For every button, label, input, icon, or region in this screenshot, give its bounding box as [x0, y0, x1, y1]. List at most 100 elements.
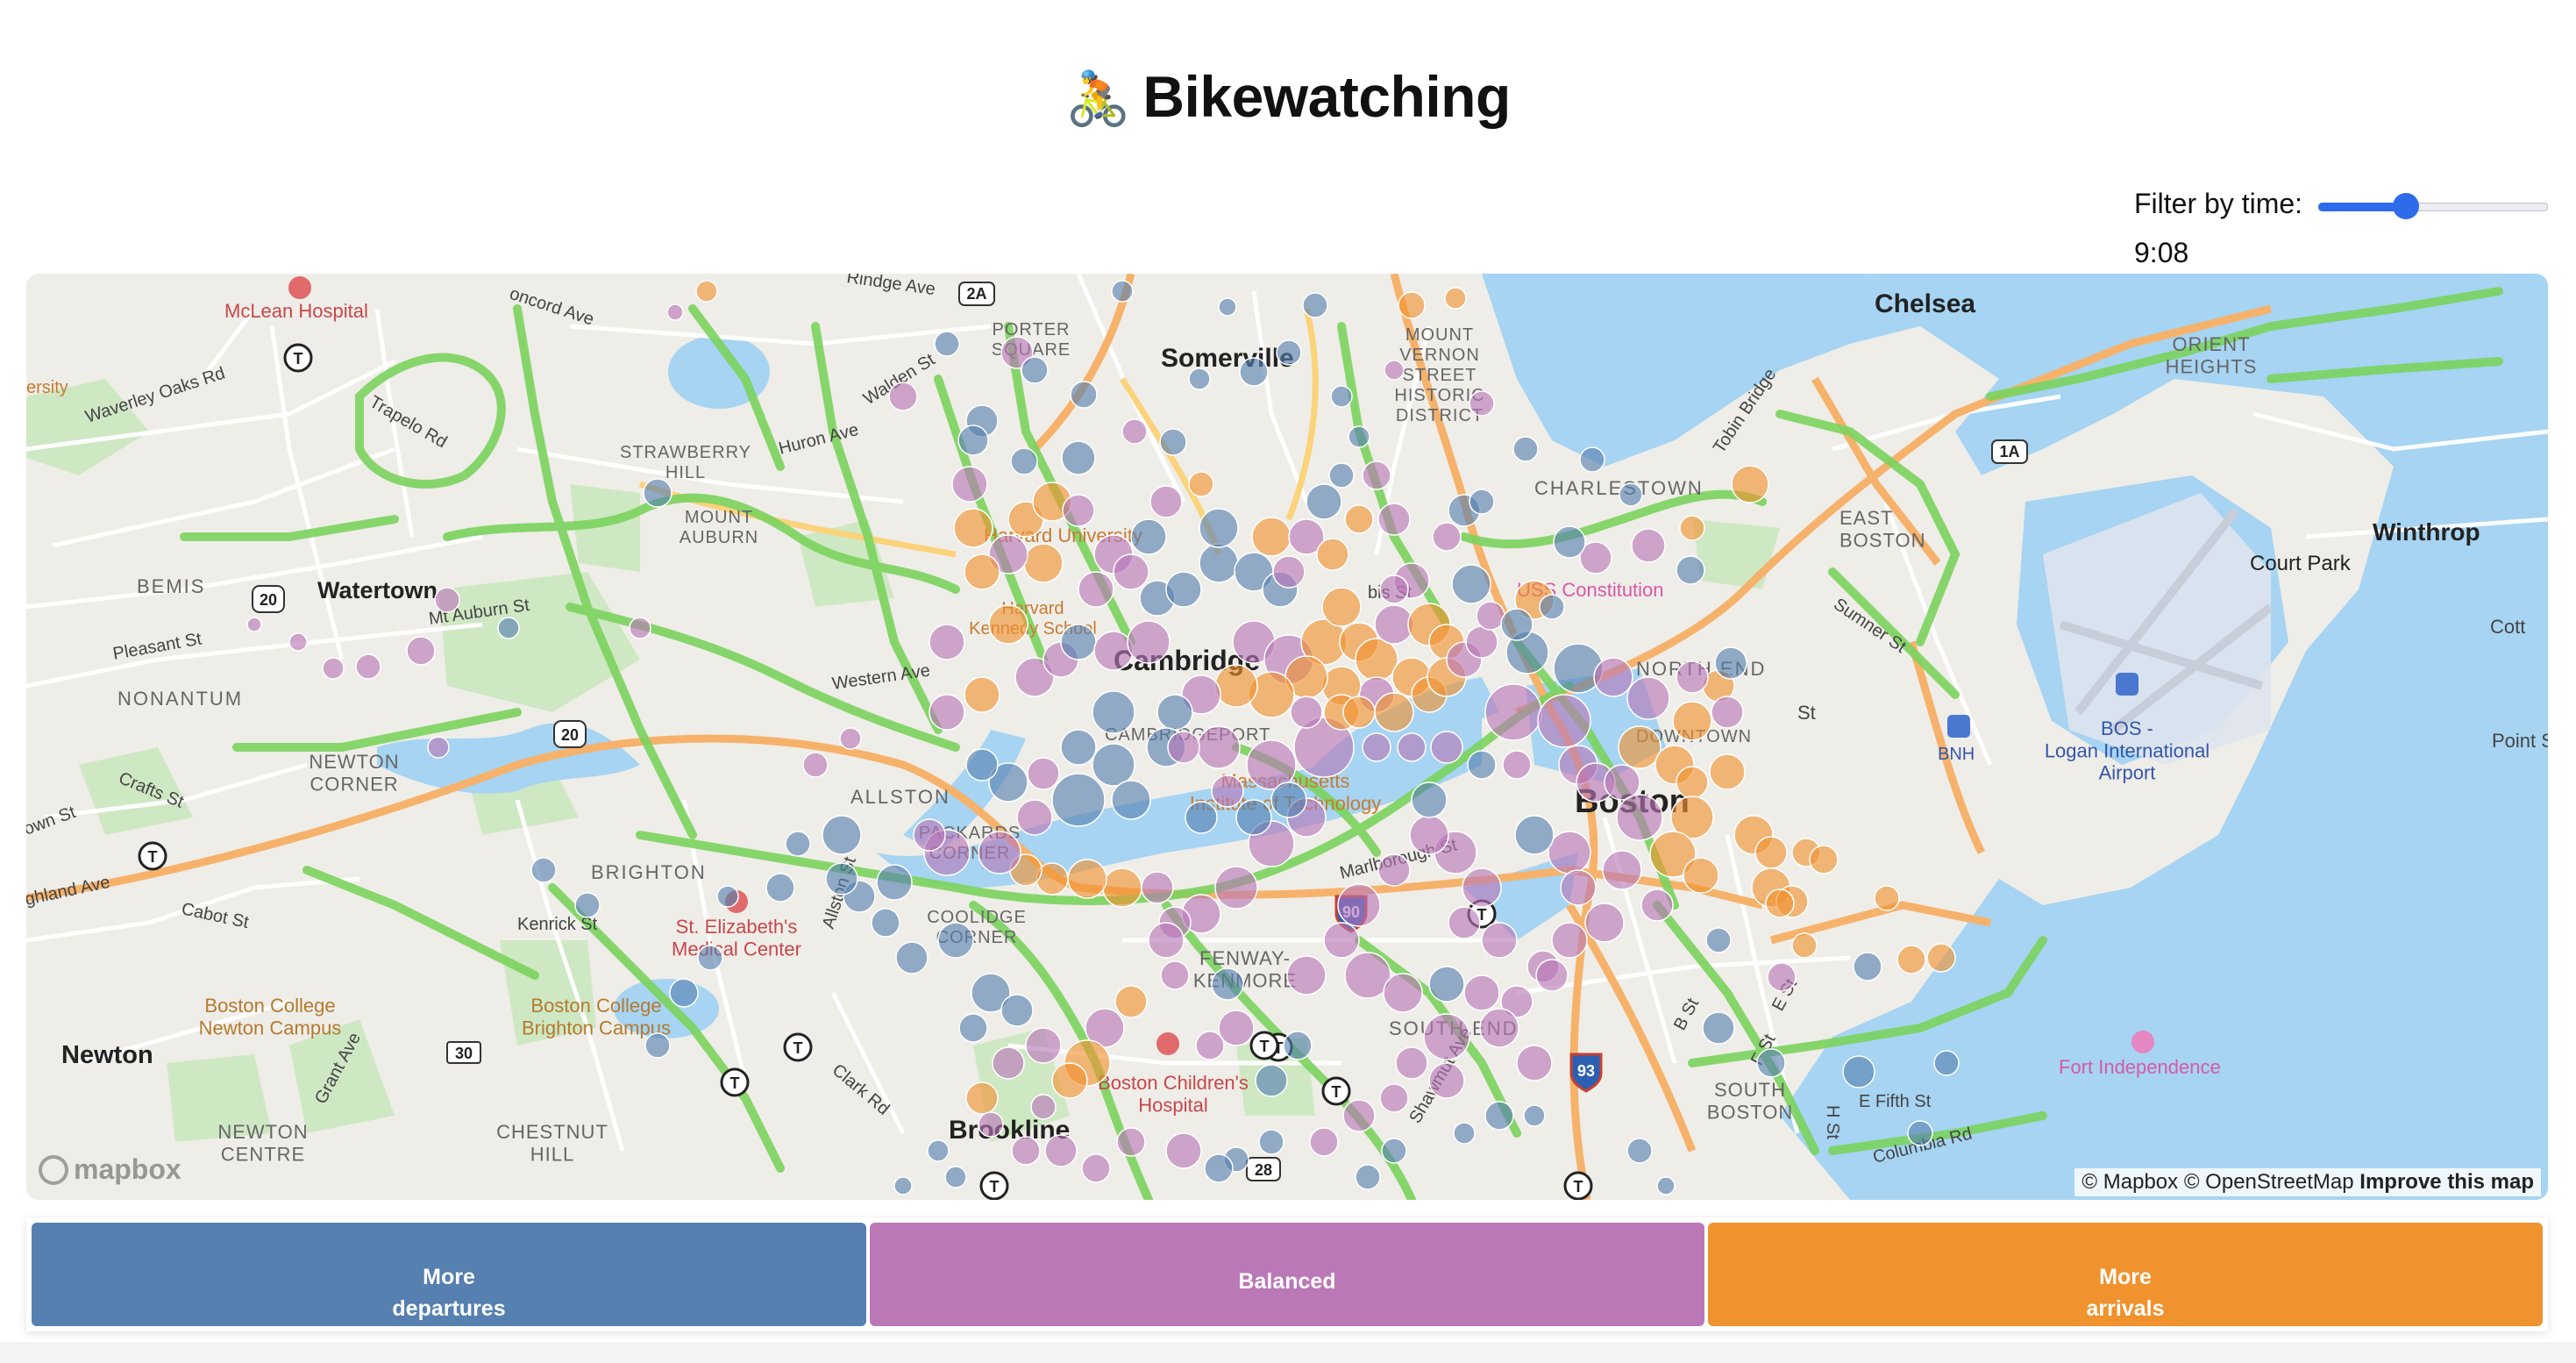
station-circle[interactable] — [1619, 482, 1643, 507]
station-circle[interactable] — [1111, 280, 1134, 303]
station-circle[interactable] — [1160, 960, 1190, 990]
station-circle[interactable] — [1539, 594, 1565, 620]
station-circle[interactable] — [1560, 869, 1597, 906]
station-circle[interactable] — [1379, 574, 1409, 604]
station-circle[interactable] — [1165, 571, 1202, 608]
station-circle[interactable] — [1185, 801, 1218, 834]
station-circle[interactable] — [1214, 866, 1258, 910]
station-circle[interactable] — [1251, 517, 1292, 557]
station-circle[interactable] — [530, 857, 557, 883]
station-circle[interactable] — [1214, 664, 1258, 708]
station-circle[interactable] — [1616, 794, 1663, 841]
station-circle[interactable] — [497, 617, 520, 639]
station-circle[interactable] — [1731, 465, 1769, 503]
station-circle[interactable] — [406, 636, 436, 666]
station-circle[interactable] — [929, 624, 965, 660]
station-circle[interactable] — [1302, 292, 1328, 318]
station-circle[interactable] — [1051, 773, 1106, 827]
station-circle[interactable] — [666, 303, 684, 321]
station-circle[interactable] — [697, 945, 723, 971]
station-circle[interactable] — [1328, 462, 1355, 489]
station-circle[interactable] — [1853, 952, 1882, 981]
station-circle[interactable] — [965, 748, 999, 781]
station-circle[interactable] — [288, 632, 308, 652]
time-slider[interactable] — [2318, 193, 2548, 219]
station-circle[interactable] — [1377, 853, 1411, 887]
station-circle[interactable] — [1010, 447, 1038, 475]
station-circle[interactable] — [888, 382, 918, 411]
station-circle[interactable] — [1481, 922, 1518, 959]
station-circle[interactable] — [1709, 753, 1746, 790]
station-circle[interactable] — [1397, 732, 1427, 762]
station-circle[interactable] — [643, 478, 672, 508]
attribution-mapbox-link[interactable]: © Mapbox — [2081, 1170, 2178, 1194]
station-circle[interactable] — [1211, 967, 1244, 1001]
station-circle[interactable] — [1377, 503, 1411, 536]
station-circle[interactable] — [1432, 522, 1462, 552]
station-circle[interactable] — [1676, 555, 1705, 585]
station-circle[interactable] — [1197, 725, 1241, 769]
station-circle[interactable] — [1381, 1138, 1407, 1164]
station-circle[interactable] — [785, 831, 811, 857]
station-circle[interactable] — [1765, 888, 1795, 918]
station-circle[interactable] — [1579, 446, 1605, 473]
station-circle[interactable] — [825, 862, 858, 896]
station-circle[interactable] — [1165, 1132, 1202, 1169]
station-circle[interactable] — [1258, 1129, 1284, 1155]
station-circle[interactable] — [1479, 1008, 1519, 1048]
station-circle[interactable] — [1448, 906, 1481, 939]
station-circle[interactable] — [1714, 646, 1747, 680]
station-circle[interactable] — [1323, 922, 1360, 959]
mapbox-logo[interactable]: mapbox — [39, 1153, 181, 1186]
station-circle[interactable] — [1484, 683, 1542, 741]
station-circle[interactable] — [1121, 418, 1148, 445]
station-circle[interactable] — [1114, 985, 1148, 1018]
station-circle[interactable] — [1842, 1055, 1875, 1088]
station-circle[interactable] — [1476, 601, 1505, 631]
station-circle[interactable] — [1188, 471, 1214, 497]
station-circle[interactable] — [1593, 657, 1633, 697]
station-circle[interactable] — [1672, 701, 1712, 741]
station-circle[interactable] — [1113, 553, 1149, 590]
station-circle[interactable] — [1626, 1138, 1653, 1164]
station-circle[interactable] — [1130, 518, 1167, 555]
station-circle[interactable] — [1127, 620, 1171, 664]
station-circle[interactable] — [1102, 867, 1142, 908]
station-circle[interactable] — [1516, 1045, 1553, 1081]
station-circle[interactable] — [1656, 1176, 1676, 1195]
station-circle[interactable] — [1286, 955, 1327, 995]
station-circle[interactable] — [1116, 1127, 1146, 1157]
station-circle[interactable] — [1330, 385, 1353, 408]
station-circle[interactable] — [1159, 428, 1187, 456]
station-circle[interactable] — [1141, 871, 1174, 904]
station-circle[interactable] — [1290, 696, 1323, 729]
station-circle[interactable] — [1551, 922, 1588, 959]
station-circle[interactable] — [1316, 538, 1349, 571]
station-circle[interactable] — [957, 425, 989, 456]
station-circle[interactable] — [1342, 696, 1376, 729]
station-circle[interactable] — [951, 466, 988, 503]
station-circle[interactable] — [1462, 867, 1502, 908]
station-circle[interactable] — [1070, 381, 1098, 409]
station-circle[interactable] — [1702, 1011, 1735, 1045]
station-circle[interactable] — [1093, 631, 1134, 671]
station-circle[interactable] — [1676, 660, 1709, 694]
station-circle[interactable] — [1514, 815, 1555, 855]
station-circle[interactable] — [1754, 836, 1788, 869]
station-circle[interactable] — [1809, 845, 1839, 874]
station-circle[interactable] — [1276, 339, 1302, 366]
station-circle[interactable] — [978, 831, 1021, 874]
station-circle[interactable] — [1092, 690, 1135, 734]
map-canvas[interactable]: Chelsea Somerville Cambridge Boston Wate… — [26, 274, 2548, 1200]
station-circle[interactable] — [1379, 1083, 1409, 1113]
station-circle[interactable] — [1469, 489, 1495, 515]
station-circle[interactable] — [322, 657, 345, 680]
station-circle[interactable] — [1484, 1101, 1514, 1131]
station-circle[interactable] — [937, 922, 974, 959]
station-circle[interactable] — [1469, 390, 1495, 417]
station-circle[interactable] — [1078, 571, 1114, 608]
station-circle[interactable] — [1156, 694, 1193, 731]
station-circle[interactable] — [988, 604, 1028, 645]
station-circle[interactable] — [246, 617, 262, 632]
station-circle[interactable] — [1348, 425, 1370, 448]
